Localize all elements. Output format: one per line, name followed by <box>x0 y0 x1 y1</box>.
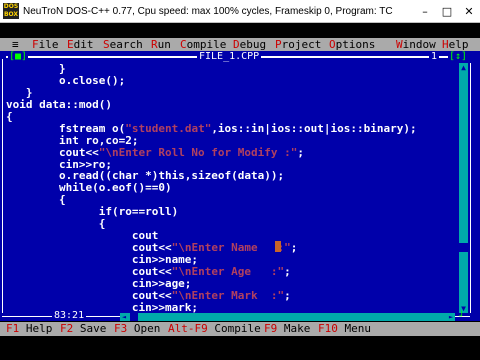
menu-window-label: indow <box>402 38 436 51</box>
code-line[interactable]: while(o.eof()==0) <box>6 182 458 194</box>
resize-corner-icon[interactable]: ┘ <box>459 313 469 322</box>
menu-file-hotkey: F <box>32 38 39 51</box>
editor-window: [■] FILE_1.CPP 1 [↕] } o.close(); } void … <box>0 51 480 322</box>
code-token: ; <box>297 145 305 159</box>
editor-frame-bottom: 83:21 ◄ ► ┘ <box>0 310 480 322</box>
editor-window-number: 1 <box>429 51 440 62</box>
menu-project-hotkey: P <box>275 38 282 51</box>
editor-zoom-box[interactable]: [↕] <box>448 51 469 62</box>
minimize-button[interactable]: – <box>414 2 436 20</box>
menu-help[interactable]: Help <box>442 38 469 51</box>
code-token: void data::mod() <box>6 97 112 111</box>
string-literal: "\nEnter Roll No for Modify :" <box>98 145 298 159</box>
horizontal-scrollbar[interactable]: ◄ ► <box>120 313 455 321</box>
status-label: Save <box>73 322 107 335</box>
status-bar: F1 Help F2 Save F3 Open Alt-F9 Compile F9 Ma… <box>0 322 480 336</box>
status-item-make[interactable]: F9 Make <box>264 322 310 336</box>
status-key: F1 <box>6 322 20 335</box>
menu-debug-hotkey: D <box>233 38 240 51</box>
menu-search[interactable]: Search <box>103 38 143 51</box>
status-key: Alt-F9 <box>168 322 208 335</box>
menu-help-hotkey: H <box>442 38 449 51</box>
status-item-menu[interactable]: F10 Menu <box>318 322 371 336</box>
code-token: ; <box>284 288 291 302</box>
status-item-compile[interactable]: Alt-F9 Compile <box>168 322 261 336</box>
editor-right-border <box>470 63 473 313</box>
dosbox-screen: DOS BOX NeuTroN DOS-C++ 0.77, Cpu speed:… <box>0 0 480 360</box>
code-token: ,ios::in|ios::out|ios::binary); <box>211 121 417 135</box>
close-button[interactable]: ✕ <box>458 2 480 20</box>
menu-debug-label: ebug <box>239 38 267 51</box>
menu-compile-label: ompile <box>186 38 227 51</box>
menu-compile[interactable]: Compile <box>180 38 226 51</box>
scroll-left-arrow-icon[interactable]: ◄ <box>120 313 128 321</box>
maximize-button[interactable]: □ <box>436 2 458 20</box>
status-label: Help <box>19 322 53 335</box>
code-token: cin>>mark; <box>6 300 199 313</box>
code-token: ; <box>284 264 291 278</box>
status-label: Make <box>277 322 311 335</box>
menu-project[interactable]: Project <box>275 38 321 51</box>
window-title-bar[interactable]: DOS BOX NeuTroN DOS-C++ 0.77, Cpu speed:… <box>0 0 480 23</box>
status-key: F2 <box>60 322 74 335</box>
editor-left-border <box>2 59 4 313</box>
menu-search-label: earch <box>109 38 143 51</box>
horizontal-scroll-thumb[interactable] <box>130 313 138 321</box>
menu-options[interactable]: Options <box>329 38 375 51</box>
scroll-right-arrow-icon[interactable]: ► <box>447 313 455 321</box>
status-label: Menu <box>337 322 371 335</box>
menu-edit-hotkey: E <box>67 38 74 51</box>
scroll-up-arrow-icon[interactable]: ▲ <box>459 63 468 72</box>
cursor-position-indicator: 83:21 <box>52 310 87 321</box>
vertical-scroll-thumb[interactable] <box>459 243 468 252</box>
status-key: F10 <box>318 322 338 335</box>
menu-file-label: ile <box>38 38 59 51</box>
menu-bar: ≡ File Edit Search Run Compile Debug Pro… <box>0 38 480 51</box>
menu-run-hotkey: R <box>151 38 158 51</box>
dosbox-app-icon[interactable]: DOS BOX <box>3 3 19 19</box>
menu-compile-hotkey: C <box>180 38 187 51</box>
menu-help-label: elp <box>448 38 469 51</box>
menu-file[interactable]: File <box>32 38 59 51</box>
menu-edit[interactable]: Edit <box>67 38 94 51</box>
menu-window-hotkey: W <box>396 38 403 51</box>
code-area[interactable]: } o.close(); } void data::mod(){ fstream … <box>6 63 458 313</box>
status-label: Compile <box>207 322 261 335</box>
menu-search-hotkey: S <box>103 38 110 51</box>
code-line[interactable]: o.close(); <box>6 74 458 87</box>
editor-file-title: FILE_1.CPP <box>197 51 262 62</box>
menu-run-label: un <box>157 38 171 51</box>
system-menu-icon[interactable]: ≡ <box>12 38 19 51</box>
status-key: F9 <box>264 322 278 335</box>
status-item-open[interactable]: F3 Open <box>114 322 160 336</box>
status-label: Open <box>127 322 161 335</box>
editor-close-box[interactable]: [■] <box>8 51 29 62</box>
code-line[interactable]: void data::mod() <box>6 97 458 111</box>
code-token: ; <box>290 241 298 255</box>
menu-debug[interactable]: Debug <box>233 38 266 51</box>
window-title: NeuTroN DOS-C++ 0.77, Cpu speed: max 100… <box>23 5 393 17</box>
menu-window[interactable]: Window <box>396 38 436 51</box>
menu-run[interactable]: Run <box>151 38 171 51</box>
text-cursor <box>275 241 281 252</box>
menu-options-label: ptions <box>335 38 376 51</box>
status-key: F3 <box>114 322 128 335</box>
menu-edit-label: dit <box>73 38 94 51</box>
status-item-help[interactable]: F1 Help <box>6 322 52 336</box>
vertical-scrollbar[interactable]: ▲ ▼ <box>459 63 468 313</box>
status-item-save[interactable]: F2 Save <box>60 322 106 336</box>
editor-frame-top: [■] FILE_1.CPP 1 [↕] <box>0 51 480 62</box>
menu-options-hotkey: O <box>329 38 336 51</box>
menu-project-label: roject <box>281 38 322 51</box>
